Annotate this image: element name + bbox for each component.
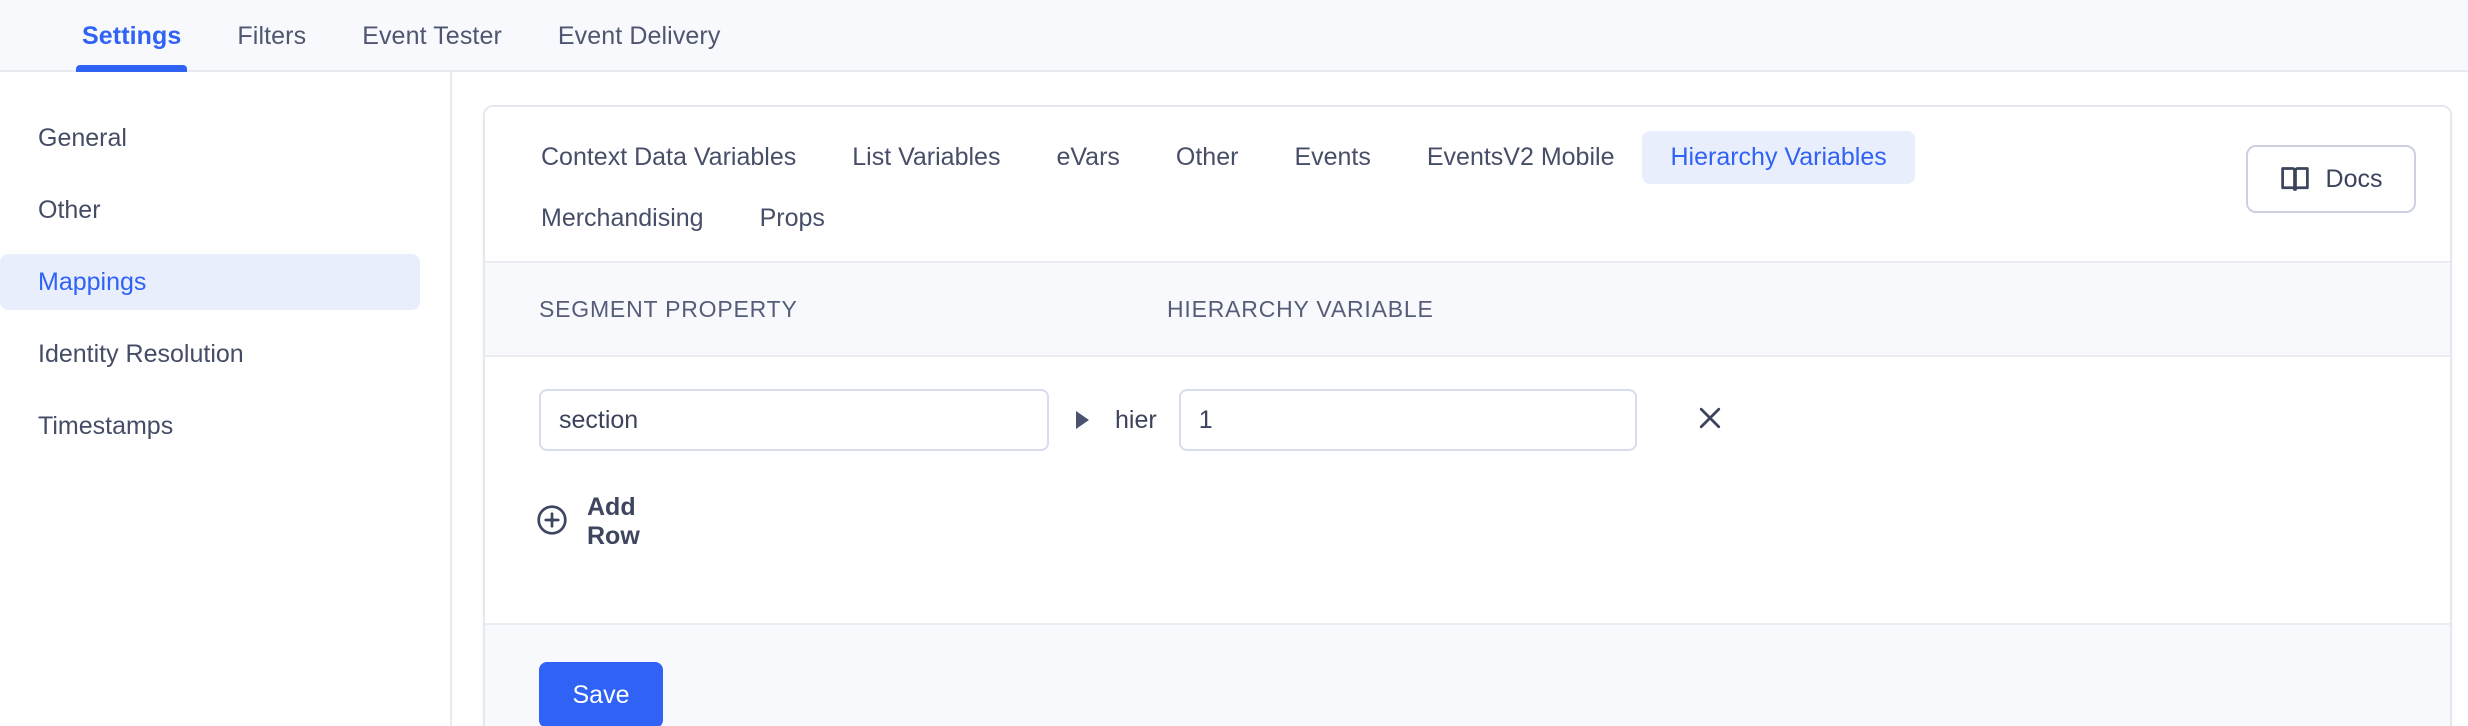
- variable-type-tabs-row-2: Merchandising Props: [485, 184, 2165, 245]
- tab-label: Props: [760, 204, 825, 232]
- variable-type-tabs-row-1: Context Data Variables List Variables eV…: [485, 131, 2165, 184]
- tab-hierarchy-variables[interactable]: Hierarchy Variables: [1642, 131, 1914, 184]
- tab-context-data-variables[interactable]: Context Data Variables: [513, 131, 824, 184]
- docs-button[interactable]: Docs: [2246, 145, 2416, 213]
- mappings-table-header: SEGMENT PROPERTY HIERARCHY VARIABLE: [485, 261, 2450, 357]
- topnav-tab-event-tester[interactable]: Event Tester: [334, 0, 530, 72]
- topnav-tab-filters[interactable]: Filters: [209, 0, 334, 72]
- tab-props[interactable]: Props: [732, 192, 853, 245]
- rows-bottom-spacer: [485, 551, 2450, 613]
- save-button[interactable]: Save: [539, 662, 663, 726]
- settings-sidebar: General Other Mappings Identity Resoluti…: [0, 72, 452, 726]
- add-row-label: Add Row: [587, 493, 640, 551]
- topnav-tab-event-delivery[interactable]: Event Delivery: [530, 0, 749, 72]
- sidebar-item-label: Mappings: [38, 268, 146, 297]
- hierarchy-variable-prefix: hier: [1115, 406, 1157, 435]
- sidebar-item-identity-resolution[interactable]: Identity Resolution: [0, 326, 420, 382]
- topnav-tab-label: Settings: [82, 22, 181, 51]
- remove-row-button[interactable]: [1687, 397, 1733, 443]
- tab-label: Context Data Variables: [541, 143, 796, 171]
- sidebar-item-general[interactable]: General: [0, 110, 420, 166]
- caret-right-icon: [1049, 411, 1115, 429]
- body-area: General Other Mappings Identity Resoluti…: [0, 72, 2468, 726]
- card-footer: Save: [485, 623, 2450, 726]
- variable-type-tabs: Context Data Variables List Variables eV…: [485, 107, 2450, 261]
- tab-list-variables[interactable]: List Variables: [824, 131, 1028, 184]
- tab-other[interactable]: Other: [1148, 131, 1267, 184]
- tab-label: Merchandising: [541, 204, 704, 232]
- sidebar-item-mappings[interactable]: Mappings: [0, 254, 420, 310]
- sidebar-item-label: Timestamps: [38, 412, 173, 441]
- column-header-segment-property: SEGMENT PROPERTY: [539, 296, 1167, 323]
- topnav-tab-settings[interactable]: Settings: [54, 0, 209, 72]
- tab-merchandising[interactable]: Merchandising: [513, 192, 732, 245]
- mappings-card: Context Data Variables List Variables eV…: [483, 105, 2452, 726]
- tab-label: eVars: [1056, 143, 1119, 171]
- tab-eventsv2-mobile[interactable]: EventsV2 Mobile: [1399, 131, 1643, 184]
- close-icon: [1695, 403, 1725, 438]
- tab-label: List Variables: [852, 143, 1000, 171]
- tab-label: EventsV2 Mobile: [1427, 143, 1615, 171]
- sidebar-item-label: Other: [38, 196, 101, 225]
- tab-label: Other: [1176, 143, 1239, 171]
- docs-button-label: Docs: [2326, 165, 2383, 194]
- mappings-rows: hier: [485, 357, 2450, 613]
- tab-label: Hierarchy Variables: [1670, 143, 1886, 171]
- table-row: hier: [485, 357, 2450, 455]
- tab-label: Events: [1294, 143, 1370, 171]
- sidebar-item-other[interactable]: Other: [0, 182, 420, 238]
- topnav-tab-label: Event Delivery: [558, 22, 721, 51]
- book-icon: [2280, 166, 2310, 192]
- sidebar-item-timestamps[interactable]: Timestamps: [0, 398, 420, 454]
- topnav-tab-label: Event Tester: [362, 22, 502, 51]
- app-root: Settings Filters Event Tester Event Deli…: [0, 0, 2468, 726]
- plus-circle-icon: [535, 503, 569, 542]
- hierarchy-variable-input[interactable]: [1179, 389, 1637, 451]
- add-row-button[interactable]: Add Row: [483, 455, 535, 551]
- column-header-hierarchy-variable: HIERARCHY VARIABLE: [1167, 296, 1434, 323]
- top-navigation: Settings Filters Event Tester Event Deli…: [0, 0, 2468, 72]
- sidebar-item-label: Identity Resolution: [38, 340, 244, 369]
- sidebar-item-label: General: [38, 124, 127, 153]
- tab-events[interactable]: Events: [1266, 131, 1398, 184]
- topnav-tab-label: Filters: [237, 22, 306, 51]
- segment-property-input[interactable]: [539, 389, 1049, 451]
- tab-evars[interactable]: eVars: [1028, 131, 1147, 184]
